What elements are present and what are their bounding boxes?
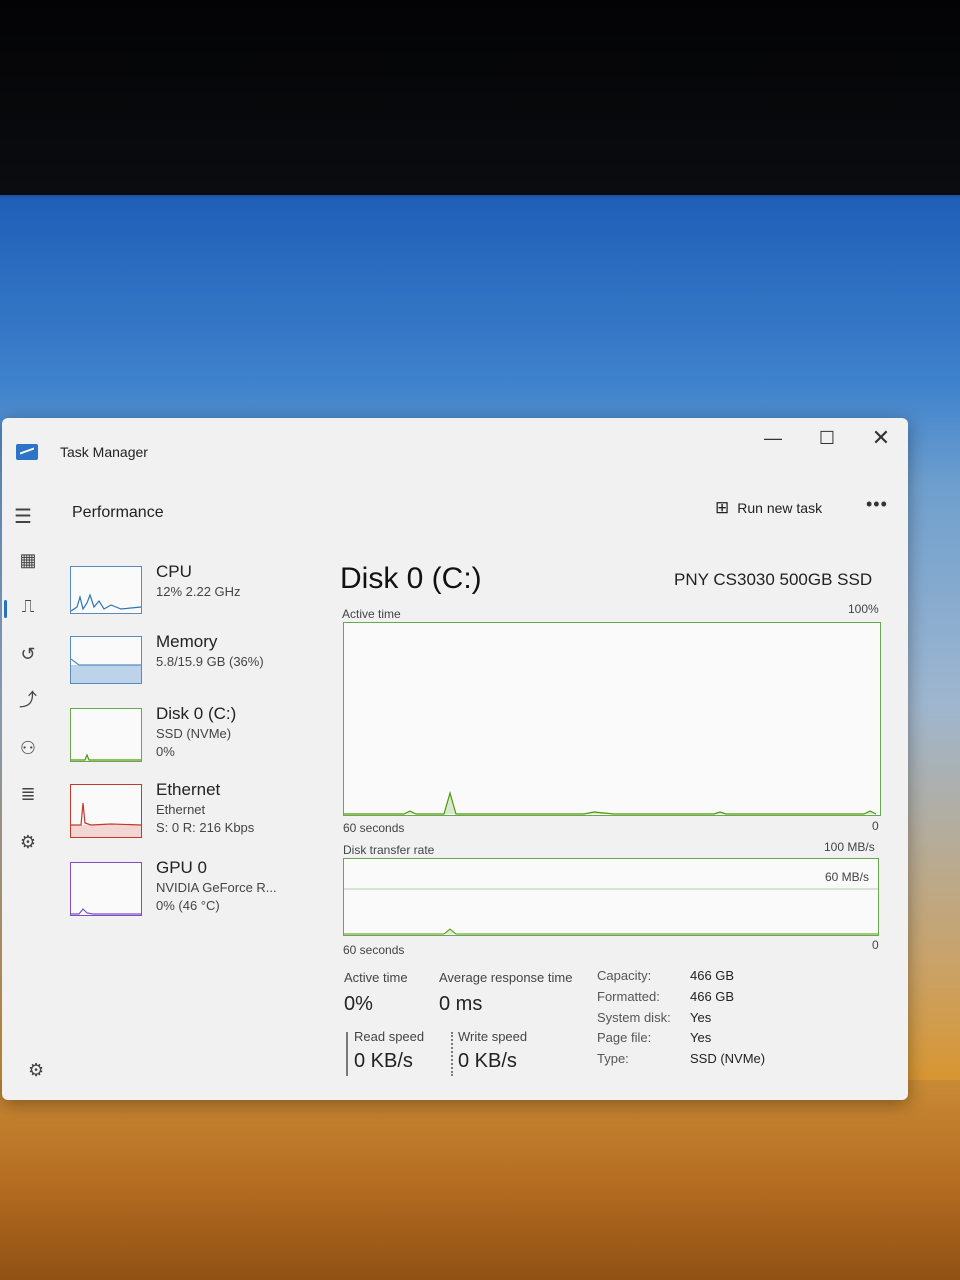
task-manager-app-icon — [16, 444, 38, 460]
device-memory[interactable]: Memory 5.8/15.9 GB (36%) — [70, 632, 330, 698]
run-new-task-button[interactable]: ⊞ Run new task — [715, 498, 822, 518]
stat-active-time-label: Active time — [344, 970, 408, 985]
device-name: Memory — [156, 632, 218, 651]
menu-icon[interactable]: ☰ — [14, 504, 32, 529]
details-icon[interactable]: ≣ — [16, 782, 40, 806]
stat-write-label: Write speed — [458, 1029, 528, 1044]
device-usage: 0% (46 °C) — [156, 898, 220, 913]
ethernet-thumbnail — [70, 784, 142, 838]
section-title: Performance — [72, 504, 164, 521]
device-detail: 5.8/15.9 GB (36%) — [156, 654, 264, 669]
prop-label: Type: — [597, 1051, 629, 1066]
app-history-icon[interactable]: ↺ — [16, 642, 40, 666]
device-name: GPU 0 — [156, 858, 208, 877]
prop-label: System disk: — [597, 1010, 671, 1025]
axis-zero: 0 — [872, 819, 879, 833]
device-cpu[interactable]: CPU 12% 2.22 GHz — [70, 562, 330, 628]
more-options-button[interactable]: ••• — [866, 494, 888, 515]
read-speed-marker — [346, 1032, 348, 1076]
transfer-rate-max: 100 MB/s — [824, 840, 875, 854]
stat-response-label: Average response time — [439, 970, 573, 985]
memory-thumbnail — [70, 636, 142, 684]
prop-label: Page file: — [597, 1030, 652, 1045]
prop-value: 466 GB — [690, 968, 735, 983]
device-name: Disk 0 (C:) — [156, 704, 237, 723]
maximize-button[interactable]: ☐ — [812, 424, 842, 452]
stat-read-label: Read speed — [354, 1029, 425, 1044]
axis-zero-2: 0 — [872, 938, 879, 952]
detail-title: Disk 0 (C:) — [340, 562, 482, 595]
write-speed-marker — [451, 1032, 453, 1076]
close-button[interactable]: ✕ — [866, 424, 896, 452]
active-nav-indicator — [4, 600, 7, 618]
device-usage: 0% — [156, 744, 175, 759]
device-disk[interactable]: Disk 0 (C:) SSD (NVMe) 0% — [70, 704, 330, 770]
processes-icon[interactable]: ▦ — [16, 548, 40, 572]
device-name: CPU — [156, 562, 192, 581]
startup-icon[interactable]: ⤴ — [16, 688, 40, 712]
window-title: Task Manager — [60, 444, 148, 460]
users-icon[interactable]: ⚇ — [16, 736, 40, 760]
active-time-graph — [343, 622, 881, 816]
gpu-thumbnail — [70, 862, 142, 916]
settings-icon[interactable]: ⚙ — [28, 1060, 44, 1081]
task-manager-window: Task Manager — ☐ ✕ ☰ Performance ⊞ Run n… — [2, 418, 908, 1100]
stat-active-time-value: 0% — [344, 993, 373, 1015]
disk-thumbnail — [70, 708, 142, 762]
device-detail: 12% 2.22 GHz — [156, 584, 241, 599]
prop-value: SSD (NVMe) — [690, 1051, 766, 1066]
prop-value: Yes — [690, 1010, 712, 1025]
prop-value: 466 GB — [690, 989, 735, 1004]
device-name: Ethernet — [156, 780, 221, 799]
stat-response-value: 0 ms — [439, 993, 483, 1015]
transfer-rate-mid: 60 MB/s — [825, 870, 870, 884]
title-bar: Task Manager — ☐ ✕ — [2, 418, 908, 488]
device-usage: S: 0 R: 216 Kbps — [156, 820, 255, 835]
stat-write-value: 0 KB/s — [458, 1050, 517, 1072]
run-task-icon: ⊞ — [715, 498, 730, 517]
desktop-wallpaper — [0, 1080, 960, 1280]
transfer-rate-label: Disk transfer rate — [343, 843, 435, 857]
run-new-task-label: Run new task — [737, 500, 823, 516]
monitor-bezel — [0, 0, 960, 195]
minimize-button[interactable]: — — [758, 424, 788, 452]
time-axis-label: 60 seconds — [343, 821, 405, 835]
services-icon[interactable]: ⚙ — [16, 830, 40, 854]
prop-label: Capacity: — [597, 968, 652, 983]
active-time-max: 100% — [848, 602, 879, 616]
active-time-label: Active time — [342, 607, 401, 621]
disk-model: PNY CS3030 500GB SSD — [674, 570, 873, 589]
cpu-thumbnail — [70, 566, 142, 614]
device-detail: SSD (NVMe) — [156, 726, 232, 741]
device-detail: Ethernet — [156, 802, 206, 817]
device-ethernet[interactable]: Ethernet Ethernet S: 0 R: 216 Kbps — [70, 780, 330, 846]
device-gpu[interactable]: GPU 0 NVIDIA GeForce R... 0% (46 °C) — [70, 858, 330, 924]
prop-value: Yes — [690, 1030, 712, 1045]
device-detail: NVIDIA GeForce R... — [156, 880, 277, 895]
stat-read-value: 0 KB/s — [354, 1050, 413, 1072]
transfer-rate-graph — [343, 858, 879, 936]
performance-icon[interactable]: ⎍ — [16, 594, 40, 618]
time-axis-label-2: 60 seconds — [343, 943, 405, 957]
prop-label: Formatted: — [597, 989, 660, 1004]
